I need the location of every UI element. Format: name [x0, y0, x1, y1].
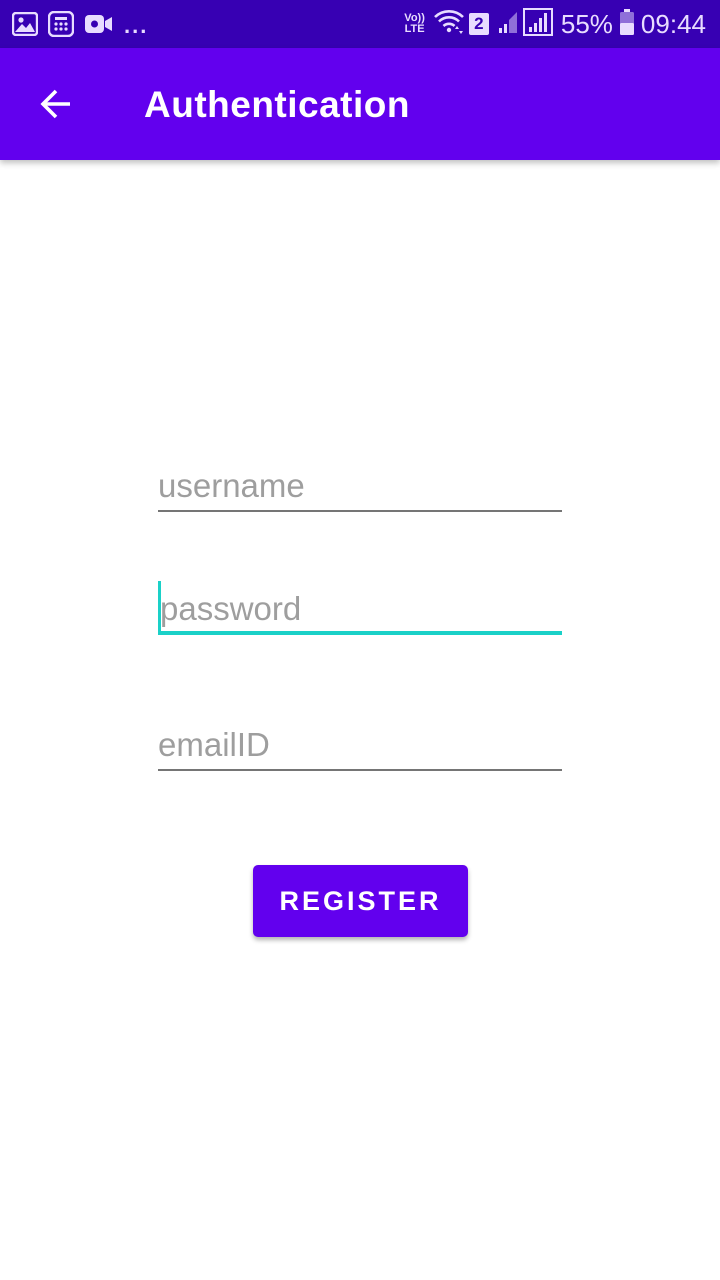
email-input[interactable]: [158, 721, 562, 769]
back-button[interactable]: [28, 78, 84, 134]
password-field[interactable]: [158, 581, 564, 635]
wifi-icon: [433, 8, 465, 41]
password-underline: [158, 631, 562, 635]
volte-indicator: Vo)) LTE: [404, 13, 425, 35]
signal-sim2-icon: [522, 7, 553, 41]
text-cursor: [158, 581, 161, 631]
page-title: Authentication: [144, 84, 410, 125]
lte-label: LTE: [404, 23, 425, 35]
system-status-icons: Vo)) LTE 2 55% 09:44: [404, 6, 706, 42]
app-bar: Authentication: [0, 48, 720, 160]
register-button[interactable]: REGISTER: [253, 865, 468, 937]
sim-2-badge: 2: [468, 13, 489, 35]
username-underline: [158, 510, 562, 512]
arrow-back-icon: [38, 86, 74, 127]
email-underline: [158, 769, 562, 771]
calculator-icon: [48, 11, 74, 37]
more-notifications-indicator: ...: [124, 13, 149, 38]
signal-sim1-icon: [497, 10, 519, 39]
clock: 09:44: [640, 8, 706, 39]
gallery-icon: [12, 12, 38, 36]
notification-icons: ...: [12, 10, 148, 38]
status-bar: ... Vo)) LTE 2 55% 09:44: [0, 0, 720, 48]
video-camera-icon: [84, 12, 114, 36]
battery-icon: [619, 8, 635, 41]
username-input[interactable]: [158, 462, 562, 510]
email-field[interactable]: [158, 721, 562, 771]
username-field[interactable]: [158, 462, 562, 512]
password-input[interactable]: [158, 585, 564, 633]
battery-percent: 55%: [560, 8, 613, 39]
